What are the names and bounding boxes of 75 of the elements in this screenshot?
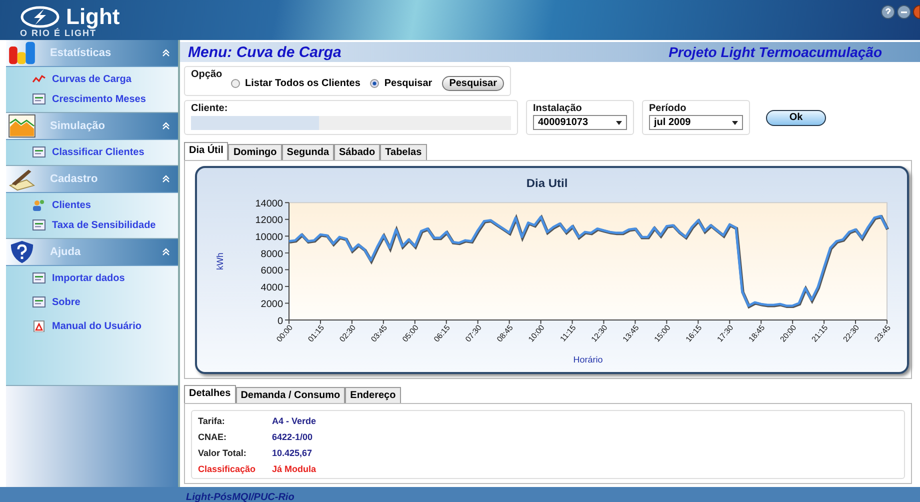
- section-title: Cadastro: [50, 173, 99, 185]
- sidebar-item[interactable]: Crescimento Meses: [32, 90, 178, 108]
- document-icon: [32, 146, 46, 158]
- x-axis-label: Horário: [573, 354, 603, 364]
- installation-dropdown[interactable]: 400091073: [533, 115, 627, 130]
- pen-writing-icon: [8, 167, 36, 191]
- sidebar-item[interactable]: Curvas de Carga: [32, 70, 178, 88]
- document-icon: [32, 93, 46, 105]
- sidebar-item[interactable]: Taxa de Sensibilidade: [32, 216, 178, 234]
- radio-button[interactable]: [231, 79, 240, 88]
- chevron-icon[interactable]: [162, 122, 170, 130]
- chevron-icon[interactable]: [162, 248, 170, 256]
- y-tick-label: 2000: [260, 299, 283, 310]
- y-tick-label: 0: [277, 316, 283, 327]
- y-tick-label: 4000: [260, 282, 283, 294]
- tab[interactable]: Sábado: [334, 144, 380, 160]
- detail-value: Já Modula: [272, 464, 316, 474]
- tab[interactable]: Demanda / Consumo: [236, 387, 346, 403]
- group-label: Período: [649, 103, 688, 114]
- radio-option[interactable]: Listar Todos os Clientes: [231, 78, 360, 89]
- group-label: Instalação: [533, 103, 583, 114]
- detail-value: 10.425,67: [272, 448, 312, 458]
- slogan: O RIO É LIGHT: [20, 28, 97, 38]
- people-icon: [32, 199, 46, 211]
- tab[interactable]: Domingo: [228, 144, 282, 160]
- sidebar-item[interactable]: Sobre: [32, 293, 178, 311]
- project-title: Projeto Light Termoacumulação: [668, 44, 882, 60]
- y-tick-label: 12000: [255, 215, 283, 226]
- document-icon: [32, 296, 46, 308]
- group-label: Opção: [191, 69, 224, 80]
- client-field[interactable]: [191, 116, 511, 130]
- minimize-icon[interactable]: [897, 5, 911, 19]
- y-tick-label: 6000: [260, 266, 283, 276]
- bar-chart-icon: [8, 41, 36, 65]
- section-title: Ajuda: [50, 246, 82, 258]
- detail-value: 6422-1/00: [272, 432, 313, 442]
- help-icon[interactable]: [881, 5, 895, 19]
- radio-option[interactable]: Pesquisar: [370, 78, 432, 89]
- footer-text: Light-PósMQI/PUC-Rio: [186, 492, 294, 502]
- y-tick-label: 8000: [260, 248, 283, 260]
- line-chart-icon: [32, 73, 46, 85]
- chevron-icon[interactable]: [162, 175, 170, 183]
- tab[interactable]: Endereço: [345, 387, 401, 403]
- area-chart-icon: [8, 114, 36, 138]
- detail-label: Classificação: [198, 464, 257, 474]
- period-dropdown[interactable]: jul 2009: [649, 115, 743, 130]
- help-shield-icon: [8, 240, 36, 264]
- chevron-icon[interactable]: [162, 49, 170, 57]
- document-icon: [32, 272, 46, 284]
- tab[interactable]: Dia Útil: [184, 142, 228, 160]
- sidebar-item[interactable]: Manual do Usuário: [32, 317, 178, 335]
- sidebar-item[interactable]: Importar dados: [32, 269, 178, 287]
- sidebar-item[interactable]: Clientes: [32, 196, 178, 214]
- group-label: Cliente:: [191, 103, 229, 114]
- section-title: Estatísticas: [50, 47, 112, 59]
- detail-label: Valor Total:: [198, 448, 248, 458]
- document-icon: [32, 219, 46, 231]
- lightning-logo-icon: [20, 6, 60, 28]
- detail-label: CNAE:: [198, 432, 228, 442]
- tab[interactable]: Detalhes: [184, 385, 236, 403]
- pdf-icon: [32, 320, 46, 332]
- tab[interactable]: Tabelas: [380, 144, 427, 160]
- tab[interactable]: Segunda: [282, 144, 334, 160]
- section-title: Simulação: [50, 120, 106, 132]
- ok-button[interactable]: Ok: [766, 110, 826, 126]
- y-tick-label: 10000: [255, 232, 283, 243]
- radio-button[interactable]: [370, 79, 380, 88]
- y-tick-label: 14000: [255, 198, 283, 210]
- search-button[interactable]: Pesquisar: [442, 76, 504, 91]
- y-axis-label: kWh: [214, 252, 226, 270]
- chart-title: Dia Util: [526, 177, 568, 190]
- detail-label: Tarifa:: [198, 416, 226, 426]
- page-title: Menu: Cuva de Carga: [188, 44, 342, 60]
- logo-text: Light: [66, 6, 120, 28]
- detail-value: A4 - Verde: [272, 416, 316, 426]
